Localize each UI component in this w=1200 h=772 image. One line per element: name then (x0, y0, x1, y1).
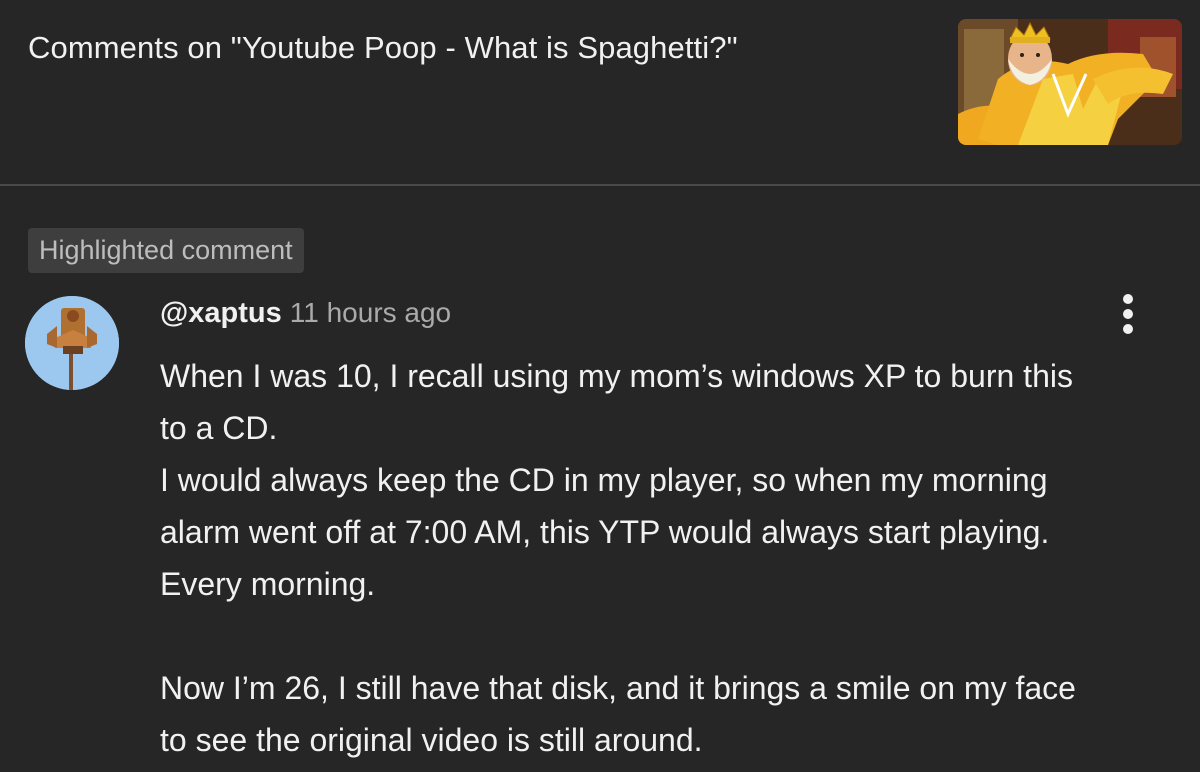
vertical-dots-icon-dot-2 (1123, 309, 1133, 319)
comment-author[interactable]: @xaptus (160, 297, 282, 329)
header-divider (0, 184, 1200, 186)
comment-line: alarm went off at 7:00 AM, this YTP woul… (160, 514, 1050, 550)
comment-text: When I was 10, I recall using my mom’s w… (160, 350, 1195, 766)
comment-line: Every morning. (160, 566, 376, 602)
comment-line: I would always keep the CD in my player,… (160, 462, 1048, 498)
avatar-image (25, 296, 119, 390)
comment-menu-button[interactable] (1112, 290, 1144, 338)
comment-line: Now I’m 26, I still have that disk, and … (160, 670, 1076, 706)
comments-header: Comments on "Youtube Poop - What is Spag… (0, 0, 1200, 186)
highlighted-comment-badge: Highlighted comment (28, 228, 304, 273)
vertical-dots-icon-dot-3 (1123, 324, 1133, 334)
comment-line: to a CD. (160, 410, 278, 446)
comment-line: to see the original video is still aroun… (160, 722, 703, 758)
comment-line: When I was 10, I recall using my mom’s w… (160, 358, 1073, 394)
video-thumbnail[interactable] (958, 19, 1182, 145)
thumbnail-image (958, 19, 1182, 145)
page-title: Comments on "Youtube Poop - What is Spag… (28, 30, 738, 65)
vertical-dots-icon (1123, 294, 1133, 304)
avatar[interactable] (25, 296, 119, 390)
comment-header: @xaptus 11 hours ago (160, 297, 451, 330)
comment-blank-line (160, 610, 1195, 662)
comment-timestamp[interactable]: 11 hours ago (290, 297, 451, 328)
